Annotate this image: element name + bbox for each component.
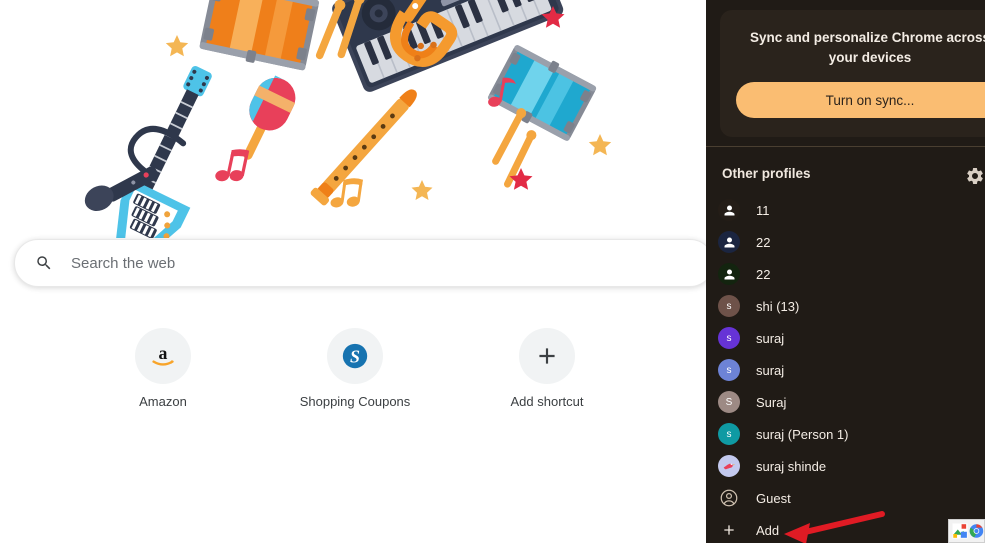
avatar: S — [718, 391, 740, 413]
profile-name: 22 — [756, 266, 771, 282]
search-box[interactable] — [14, 239, 714, 287]
bird-icon — [723, 463, 735, 470]
profile-name: suraj (Person 1) — [756, 426, 849, 442]
shortcut-row: a Amazon S Shopping Coupons Add shortcut — [0, 328, 710, 409]
profile-row-suraj-shinde[interactable]: suraj shinde — [706, 450, 985, 482]
amazon-tile: a — [135, 328, 191, 384]
sync-promo-title: Sync and personalize Chrome across your … — [749, 30, 985, 65]
search-icon — [35, 254, 53, 272]
avatar — [718, 487, 740, 509]
shortcut-shopping-coupons[interactable]: S Shopping Coupons — [299, 328, 411, 409]
guest-icon — [720, 489, 738, 507]
shopping-coupons-icon: S — [342, 343, 368, 369]
screenshot-root: a Amazon S Shopping Coupons — [0, 0, 985, 543]
shortcut-label: Add shortcut — [510, 394, 584, 409]
profile-row-suraj-capital[interactable]: S Suraj — [706, 386, 985, 418]
profile-row-22-a[interactable]: 22 — [706, 226, 985, 258]
profile-row-suraj-person1[interactable]: s suraj (Person 1) — [706, 418, 985, 450]
search-input[interactable] — [71, 254, 631, 272]
shortcut-label: Amazon — [139, 394, 187, 409]
profile-row-suraj-a[interactable]: s suraj — [706, 322, 985, 354]
add-shortcut-tile — [519, 328, 575, 384]
profile-name: Add — [756, 522, 780, 538]
profile-name: 22 — [756, 234, 771, 250]
person-icon — [724, 205, 734, 215]
profile-name: shi (13) — [756, 298, 800, 314]
profile-name: suraj — [756, 330, 785, 346]
musical-instruments-doodle — [0, 0, 710, 238]
person-icon — [724, 269, 734, 279]
avatar — [718, 455, 740, 477]
shortcut-label: Shopping Coupons — [299, 394, 411, 409]
profile-row-guest[interactable]: Guest — [706, 482, 985, 514]
profile-row-suraj-b[interactable]: s suraj — [706, 354, 985, 386]
plus-icon — [718, 519, 740, 541]
profile-row-add[interactable]: Add — [706, 514, 985, 543]
turn-on-sync-button[interactable]: Turn on sync... — [736, 82, 985, 118]
other-profiles-header: Other profiles — [722, 166, 811, 181]
avatar — [718, 231, 740, 253]
profile-name: Guest — [756, 490, 791, 506]
avatar-initial: s — [726, 332, 732, 344]
photos-icon — [952, 523, 968, 539]
avatar — [718, 263, 740, 285]
profile-row-11[interactable]: 11 — [706, 194, 985, 226]
profile-name: suraj shinde — [756, 458, 827, 474]
plus-icon — [539, 348, 555, 364]
avatar-initial: s — [726, 300, 732, 312]
profile-menu-panel: Sync and personalize Chrome across your … — [706, 0, 985, 543]
person-icon — [724, 237, 734, 247]
shortcut-amazon[interactable]: a Amazon — [107, 328, 219, 409]
panel-divider — [706, 146, 985, 147]
avatar-initial: s — [726, 428, 732, 440]
avatar-initial: s — [726, 364, 732, 376]
profile-name: suraj — [756, 362, 785, 378]
avatar — [718, 199, 740, 221]
profile-name: 11 — [756, 202, 770, 218]
svg-text:S: S — [350, 347, 360, 367]
corner-icons — [948, 519, 985, 543]
avatar: s — [718, 359, 740, 381]
profile-list: 11 22 22 s shi (13) s suraj s suraj S Su… — [706, 194, 985, 543]
amazon-icon: a — [152, 343, 174, 366]
profile-row-22-b[interactable]: 22 — [706, 258, 985, 290]
svg-text:a: a — [159, 343, 168, 363]
profile-row-shi[interactable]: s shi (13) — [706, 290, 985, 322]
profile-name: Suraj — [756, 394, 787, 410]
avatar: s — [718, 327, 740, 349]
avatar: s — [718, 423, 740, 445]
shopping-coupons-tile: S — [327, 328, 383, 384]
gear-icon[interactable] — [965, 166, 985, 191]
avatar-initial: S — [725, 396, 733, 408]
chrome-icon — [969, 524, 984, 538]
avatar: s — [718, 295, 740, 317]
sync-promo-card: Sync and personalize Chrome across your … — [720, 10, 985, 137]
shortcut-add[interactable]: Add shortcut — [491, 328, 603, 409]
